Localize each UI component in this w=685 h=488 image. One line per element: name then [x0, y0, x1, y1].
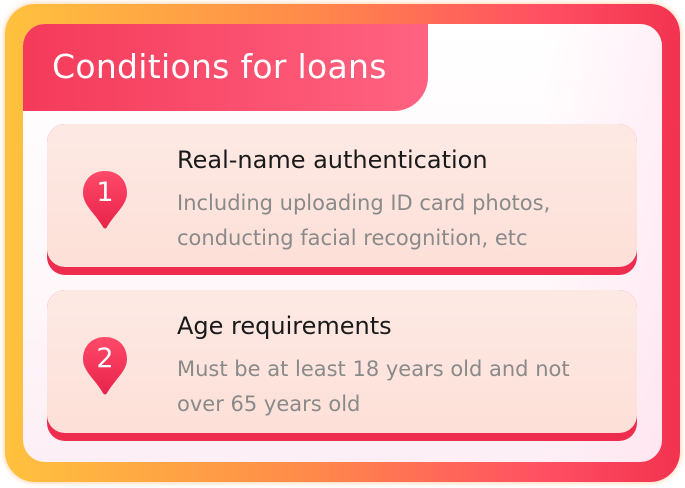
panel-title: Conditions for loans — [52, 47, 387, 86]
condition-description: Including uploading ID card photos, cond… — [177, 191, 551, 250]
map-pin-icon: 1 — [80, 169, 130, 231]
condition-number: 1 — [96, 177, 114, 208]
conditions-card: Conditions for loans 1 Real-name authent… — [23, 24, 662, 462]
condition-number: 2 — [96, 343, 114, 374]
condition-heading: Real-name authentication — [177, 146, 488, 174]
condition-description: Must be at least 18 years old and not ov… — [177, 357, 570, 416]
condition-item-2: 2 Age requirements Must be at least 18 y… — [47, 290, 637, 441]
conditions-panel: Conditions for loans 1 Real-name authent… — [0, 0, 685, 488]
condition-item-1: 1 Real-name authentication Including upl… — [47, 124, 637, 275]
condition-item-body: 1 Real-name authentication Including upl… — [47, 124, 637, 267]
title-tab: Conditions for loans — [23, 24, 428, 111]
map-pin-icon: 2 — [80, 335, 130, 397]
condition-item-body: 2 Age requirements Must be at least 18 y… — [47, 290, 637, 433]
condition-heading: Age requirements — [177, 312, 392, 340]
